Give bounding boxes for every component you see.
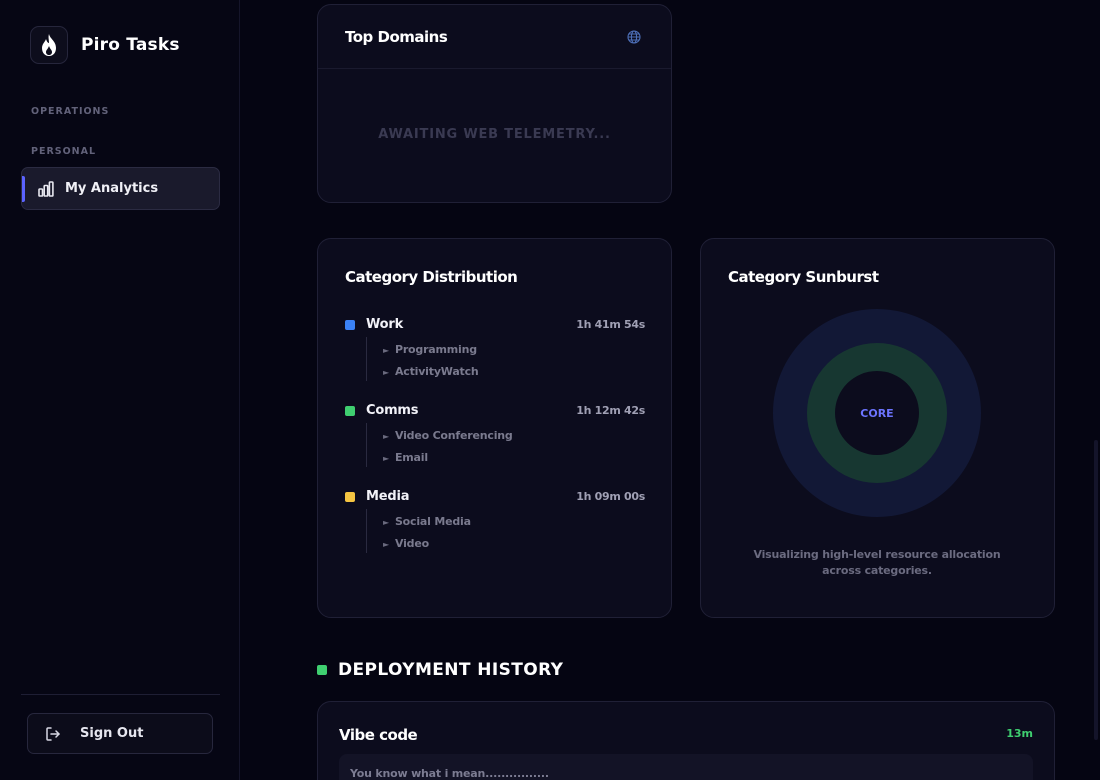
section-label-operations: OPERATIONS [31,106,110,117]
caret-right-icon: ► [383,346,389,355]
sidebar-item-my-analytics[interactable]: My Analytics [21,167,220,210]
sidebar: Piro Tasks OPERATIONS PERSONAL My Analyt… [0,0,240,780]
subcategory-list: ► Programming ► ActivityWatch [366,337,566,381]
caret-right-icon: ► [383,432,389,441]
scrollbar[interactable] [1094,440,1098,740]
logout-icon [45,726,61,742]
deployment-history-header: DEPLOYMENT HISTORY [317,660,563,680]
deployment-entry-note: You know what i mean................ [350,767,549,780]
subcategory-label: Email [394,451,428,464]
deployment-history-title: DEPLOYMENT HISTORY [338,660,564,680]
section-label-personal: PERSONAL [31,146,97,157]
subcategory-label: Video Conferencing [394,429,513,442]
category-distribution-card: Category Distribution Work 1h 41m 54s ► P… [317,238,672,618]
active-indicator [22,176,25,202]
subcategory-item[interactable]: ► Video [383,537,429,550]
category-media[interactable]: Media 1h 09m 00s ► Social Media ► Video [345,489,645,553]
deployment-entry-duration: 13m [1006,727,1033,740]
subcategory-list: ► Social Media ► Video [366,509,566,553]
card-divider [318,68,671,69]
category-name: Work [366,317,404,332]
empty-state-text: AWAITING WEB TELEMETRY... [378,127,611,142]
category-time: 1h 09m 00s [576,490,645,503]
category-name: Comms [366,403,419,418]
subcategory-item[interactable]: ► Programming [383,343,477,356]
category-work[interactable]: Work 1h 41m 54s ► Programming ► ActivityWa… [345,317,645,381]
bar-chart-icon [37,180,55,198]
sunburst-caption: Visualizing high-level resource allocati… [753,548,1001,577]
category-color-swatch [345,492,355,502]
subcategory-label: Social Media [394,515,471,528]
subcategory-item[interactable]: ► Email [383,451,428,464]
category-distribution-title: Category Distribution [345,268,518,286]
category-name: Media [366,489,410,504]
category-sunburst-title: Category Sunburst [728,268,879,286]
category-time: 1h 12m 42s [576,404,645,417]
category-sunburst-card: Category Sunburst CORE Visualizing high-… [700,238,1055,618]
deployment-entry-card[interactable]: Vibe code 13m You know what i mean......… [317,701,1055,780]
sidebar-item-label: My Analytics [65,181,159,196]
sign-out-label: Sign Out [80,726,144,741]
caret-right-icon: ► [383,454,389,463]
deployment-entry-note-box: You know what i mean................ [339,754,1033,780]
sunburst-chart[interactable]: CORE [772,308,982,518]
caret-right-icon: ► [383,368,389,377]
status-dot [317,665,327,675]
subcategory-item[interactable]: ► Video Conferencing [383,429,513,442]
sunburst-center-label: CORE [860,407,893,420]
brand[interactable]: Piro Tasks [30,26,180,64]
caret-right-icon: ► [383,540,389,549]
caret-right-icon: ► [383,518,389,527]
category-time: 1h 41m 54s [576,318,645,331]
subcategory-item[interactable]: ► ActivityWatch [383,365,479,378]
deployment-entry-title: Vibe code [339,726,418,744]
category-color-swatch [345,406,355,416]
subcategory-item[interactable]: ► Social Media [383,515,471,528]
subcategory-list: ► Video Conferencing ► Email [366,423,566,467]
top-domains-title: Top Domains [345,28,448,46]
app-name: Piro Tasks [81,35,180,55]
sign-out-button[interactable]: Sign Out [27,713,213,754]
sidebar-divider [21,694,220,695]
subcategory-label: Video [394,537,429,550]
category-comms[interactable]: Comms 1h 12m 42s ► Video Conferencing ► Em… [345,403,645,467]
subcategory-label: Programming [394,343,477,356]
flame-logo-icon [30,26,68,64]
top-domains-card: Top Domains AWAITING WEB TELEMETRY... [317,4,672,203]
category-color-swatch [345,320,355,330]
subcategory-label: ActivityWatch [394,365,479,378]
globe-icon [627,30,641,44]
